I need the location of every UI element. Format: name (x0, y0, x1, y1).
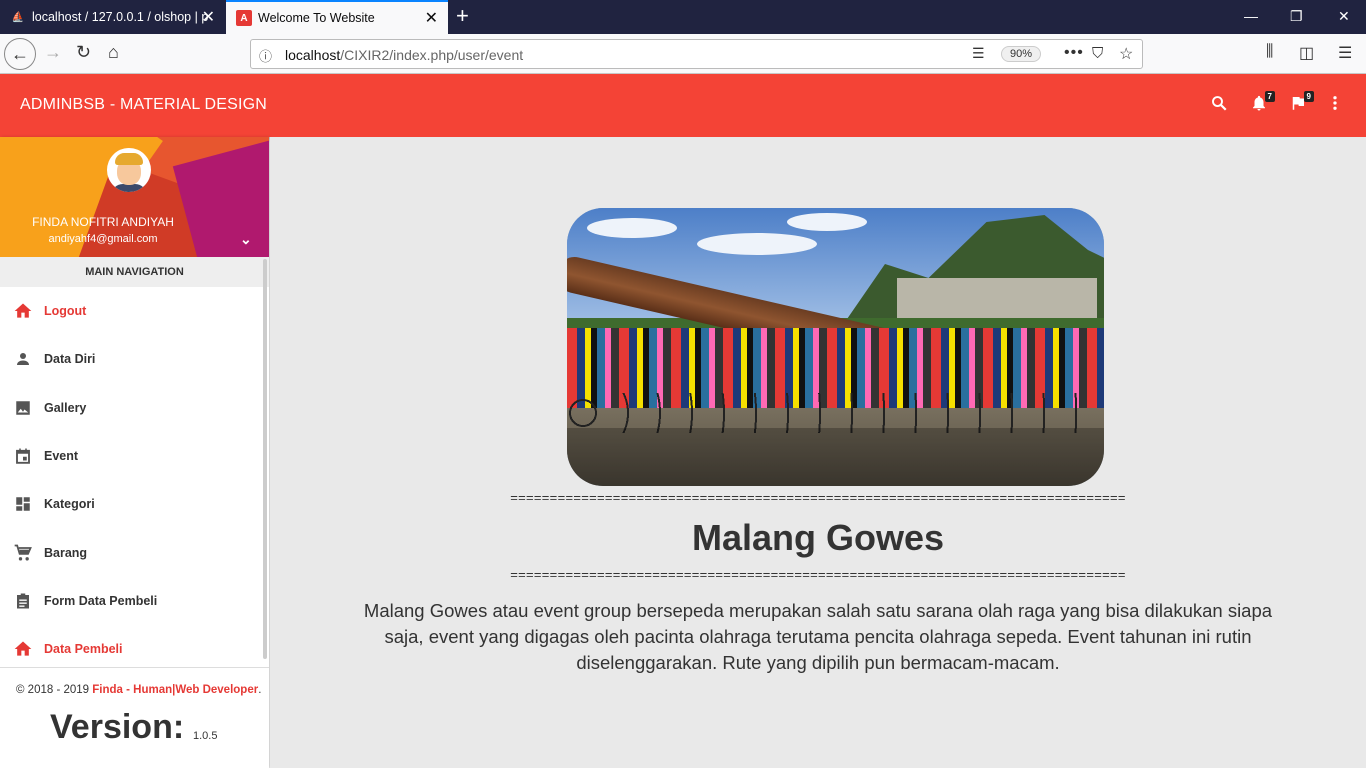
dashboard-icon (12, 493, 34, 515)
home-icon[interactable]: ⌂ (108, 42, 119, 63)
back-icon[interactable]: ← (4, 38, 36, 70)
sidebar-item-label: Kategori (44, 497, 95, 511)
sidebar-item-gallery[interactable]: Gallery (0, 384, 262, 432)
forward-icon[interactable]: → (44, 42, 62, 63)
home-icon (12, 300, 34, 322)
main-content: ========================================… (270, 137, 1366, 768)
url-bar[interactable]: ⓘ localhost/CIXIR2/index.php/user/event … (250, 39, 1143, 69)
url-host: localhost (285, 47, 341, 63)
more-vert-icon[interactable] (1330, 94, 1340, 117)
close-icon[interactable]: ✕ (425, 8, 438, 28)
sidebar-item-label: Barang (44, 546, 88, 560)
phpmyadmin-icon: ⛵ (11, 11, 25, 23)
event-title: Malang Gowes (691, 517, 945, 558)
menu-icon[interactable]: ☰ (1338, 43, 1352, 63)
user-name: FINDA NOFITRI ANDIYAH (32, 215, 174, 229)
brand-title[interactable]: ADMINBSB - MATERIAL DESIGN (20, 96, 267, 114)
event-image (567, 208, 1104, 486)
close-icon[interactable]: ✕ (202, 7, 215, 27)
flag-icon[interactable]: 9 (1289, 91, 1314, 117)
library-icon[interactable]: ⫼ (1266, 43, 1273, 61)
browser-tab-bar: ⛵ localhost / 127.0.0.1 / olshop | p ✕ A… (0, 0, 1366, 34)
calendar-icon (12, 445, 34, 467)
app-header: ADMINBSB - MATERIAL DESIGN 7 9 (0, 74, 1366, 137)
event-description: Malang Gowes atau event group bersepeda … (363, 600, 1273, 673)
sidebar: FINDA NOFITRI ANDIYAH andiyahf4@gmail.co… (0, 137, 269, 768)
version-label: Version: (50, 708, 185, 746)
copyright-prefix: © 2018 - 2019 (16, 684, 93, 696)
notifications-icon[interactable]: 7 (1250, 91, 1275, 117)
sidebar-item-label: Logout (44, 304, 87, 318)
sidebar-item-label: Data Pembeli (44, 642, 123, 656)
sidebar-item-data-diri[interactable]: Data Diri (0, 335, 262, 383)
browser-tab-phpmyadmin[interactable]: ⛵ localhost / 127.0.0.1 / olshop | p ✕ (0, 0, 225, 34)
image-icon (12, 397, 34, 419)
assignment-icon (12, 590, 34, 612)
pocket-icon[interactable]: ⛉ (1092, 45, 1103, 62)
sidebar-footer: © 2018 - 2019 Finda - Human|Web Develope… (0, 667, 269, 768)
info-icon[interactable]: ⓘ (259, 46, 272, 65)
divider-bottom: ========================================… (510, 567, 1126, 582)
copyright-suffix: . (258, 684, 262, 696)
copyright: © 2018 - 2019 Finda - Human|Web Develope… (16, 684, 261, 696)
sidebar-item-label: Form Data Pembeli (44, 594, 158, 608)
sidebar-item-label: Gallery (44, 401, 87, 415)
zoom-indicator[interactable]: 90% (1001, 46, 1042, 62)
sidebar-scrollbar[interactable] (263, 259, 267, 659)
home-icon (12, 638, 34, 660)
tab-title: Welcome To Website (258, 11, 375, 25)
new-tab-icon[interactable]: + (456, 3, 469, 29)
sidebar-item-event[interactable]: Event (0, 432, 262, 480)
menu-header: MAIN NAVIGATION (0, 257, 269, 287)
url-path: /CIXIR2/index.php/user/event (340, 47, 524, 63)
notifications-badge: 7 (1264, 91, 1275, 102)
sidebar-item-kategori[interactable]: Kategori (0, 480, 262, 528)
tab-title: localhost / 127.0.0.1 / olshop | p (32, 10, 209, 24)
version-number: 1.0.5 (193, 730, 218, 742)
browser-nav-bar: ← → ↻ ⌂ ⓘ localhost/CIXIR2/index.php/use… (0, 34, 1366, 74)
person-icon (12, 348, 34, 370)
sidebar-item-logout[interactable]: Logout (0, 287, 262, 335)
browser-tab-website[interactable]: A Welcome To Website ✕ (226, 0, 448, 34)
sidebar-item-label: Data Diri (44, 352, 96, 366)
search-icon[interactable] (1210, 94, 1228, 117)
divider-top: ========================================… (510, 490, 1126, 505)
cart-icon (12, 542, 34, 564)
user-info-panel: FINDA NOFITRI ANDIYAH andiyahf4@gmail.co… (0, 137, 269, 257)
chevron-down-icon[interactable]: ⌄ (240, 231, 252, 248)
minimize-icon[interactable]: — (1244, 8, 1258, 24)
avatar[interactable] (107, 148, 151, 192)
tasks-badge: 9 (1303, 91, 1314, 102)
reload-icon[interactable]: ↻ (76, 42, 91, 63)
sidebar-item-barang[interactable]: Barang (0, 529, 262, 577)
more-icon[interactable]: ••• (1064, 44, 1084, 62)
url-text: localhost/CIXIR2/index.php/user/event (285, 47, 523, 63)
sidebar-item-form-data-pembeli[interactable]: Form Data Pembeli (0, 577, 262, 625)
author-link[interactable]: Finda - Human|Web Developer (92, 684, 258, 696)
sidebar-toggle-icon[interactable]: ◫ (1299, 43, 1314, 63)
close-window-icon[interactable]: ✕ (1338, 8, 1350, 25)
angular-icon: A (236, 10, 252, 26)
bookmark-star-icon[interactable]: ☆ (1119, 44, 1133, 64)
sidebar-item-label: Event (44, 449, 79, 463)
reader-view-icon[interactable]: ☰ (972, 45, 985, 62)
user-email: andiyahf4@gmail.com (48, 233, 158, 245)
restore-icon[interactable]: ❐ (1290, 8, 1303, 25)
sidebar-item-data-pembeli[interactable]: Data Pembeli (0, 625, 262, 673)
